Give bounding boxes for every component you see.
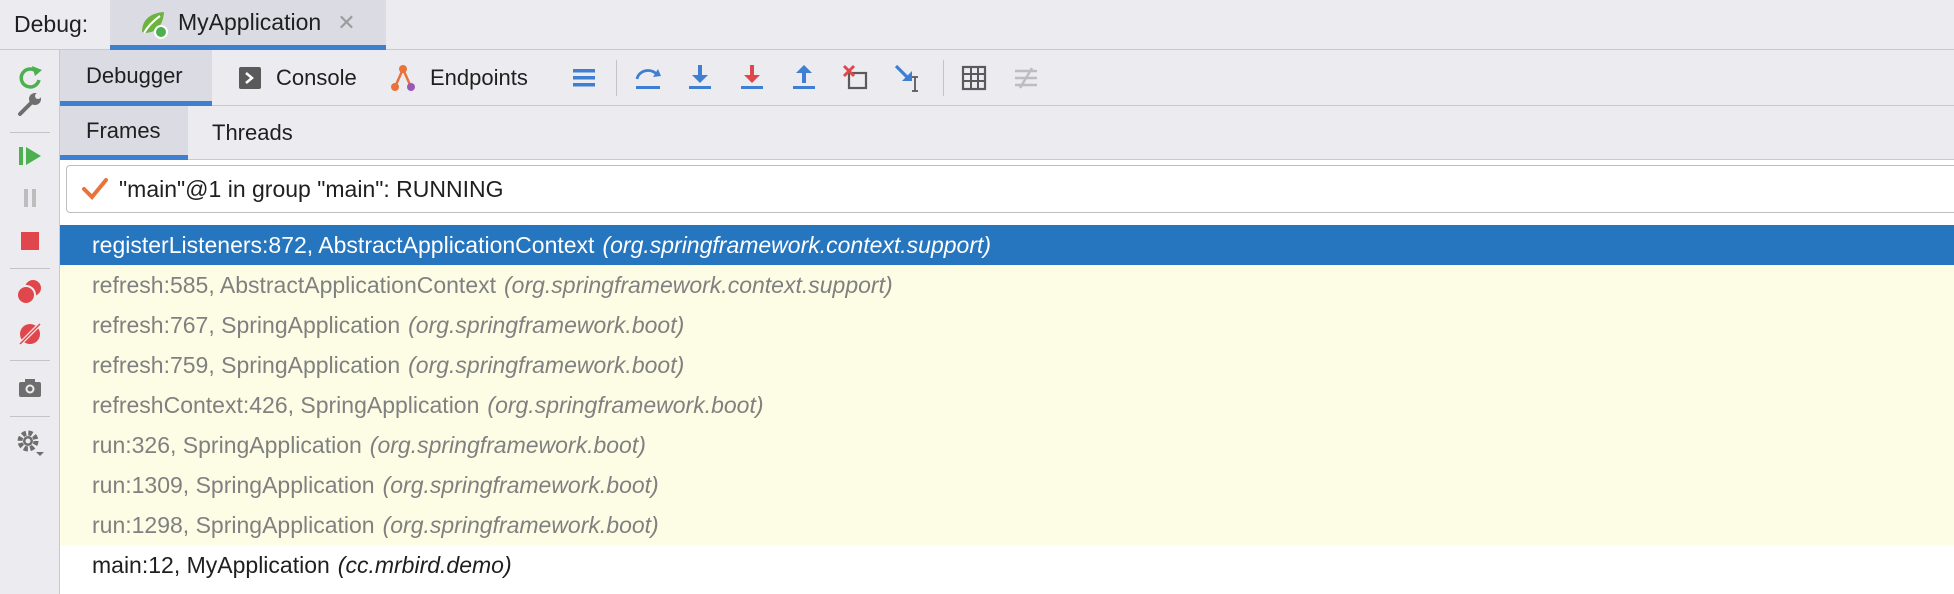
tab-console[interactable]: Console	[238, 50, 357, 106]
separator	[943, 60, 944, 96]
tab-threads[interactable]: Threads	[212, 106, 322, 160]
separator	[10, 268, 50, 269]
frame-row[interactable]: refreshContext:426, SpringApplication (o…	[60, 385, 1954, 425]
tab-endpoints[interactable]: Endpoints	[388, 50, 528, 106]
spring-boot-app-icon	[136, 6, 170, 40]
resume-icon[interactable]	[14, 140, 46, 172]
frames-list: registerListeners:872, AbstractApplicati…	[60, 225, 1954, 594]
console-icon	[238, 65, 264, 91]
frame-row[interactable]: refresh:585, AbstractApplicationContext …	[60, 265, 1954, 305]
step-over-icon[interactable]	[632, 62, 664, 94]
close-icon[interactable]: ✕	[337, 11, 355, 34]
endpoints-icon	[388, 63, 418, 93]
run-to-cursor-icon[interactable]	[892, 62, 924, 94]
settings-icon[interactable]	[14, 427, 46, 459]
tab-debugger[interactable]: Debugger	[60, 50, 212, 106]
frame-row[interactable]: run:326, SpringApplication (org.springfr…	[60, 425, 1954, 465]
frame-row[interactable]: run:1298, SpringApplication (org.springf…	[60, 505, 1954, 545]
debugger-toolbar: Debugger Console Endpoints	[60, 50, 1954, 106]
drop-frame-icon[interactable]	[840, 62, 872, 94]
frame-row[interactable]: refresh:759, SpringApplication (org.spri…	[60, 345, 1954, 385]
frame-method: run:1309, SpringApplication	[92, 471, 375, 498]
check-icon	[81, 175, 109, 203]
tab-console-label: Console	[276, 65, 357, 90]
step-out-icon[interactable]	[788, 62, 820, 94]
frame-method: refresh:759, SpringApplication	[92, 351, 401, 378]
thread-label: "main"@1 in group "main": RUNNING	[119, 175, 504, 202]
tab-debugger-label: Debugger	[86, 62, 183, 88]
thread-selector[interactable]: "main"@1 in group "main": RUNNING	[66, 165, 1954, 213]
frame-package: (org.springframework.boot)	[382, 511, 659, 538]
separator	[10, 132, 50, 133]
frame-method: registerListeners:872, AbstractApplicati…	[92, 231, 595, 258]
run-tab-label: MyApplication	[178, 9, 322, 35]
frame-method: refreshContext:426, SpringApplication	[92, 391, 480, 418]
frame-method: run:326, SpringApplication	[92, 431, 362, 458]
wrench-icon[interactable]	[14, 88, 46, 120]
pause-icon[interactable]	[14, 182, 46, 214]
frame-package: (org.springframework.boot)	[487, 391, 764, 418]
step-into-icon[interactable]	[684, 62, 716, 94]
debug-header: Debug: MyApplication ✕	[0, 0, 1954, 50]
frame-method: main:12, MyApplication	[92, 551, 330, 578]
frame-package: (org.springframework.context.support)	[504, 271, 893, 298]
frames-threads-tabs: Frames Threads	[60, 106, 1954, 160]
frame-method: run:1298, SpringApplication	[92, 511, 375, 538]
frame-package: (org.springframework.boot)	[408, 311, 685, 338]
trace-current-stream-icon[interactable]	[1010, 62, 1042, 94]
view-breakpoints-icon[interactable]	[14, 276, 46, 308]
tab-frames[interactable]: Frames	[60, 106, 188, 160]
separator	[616, 60, 617, 96]
debug-label: Debug:	[14, 11, 89, 37]
tab-frames-label: Frames	[86, 117, 161, 143]
frame-package: (org.springframework.boot)	[369, 431, 646, 458]
frame-row[interactable]: registerListeners:872, AbstractApplicati…	[60, 225, 1954, 265]
force-step-into-icon[interactable]	[736, 62, 768, 94]
frame-method: refresh:767, SpringApplication	[92, 311, 401, 338]
evaluate-expression-icon[interactable]	[958, 62, 990, 94]
frame-package: (cc.mrbird.demo)	[337, 551, 512, 578]
frame-package: (org.springframework.boot)	[382, 471, 659, 498]
frame-method: refresh:585, AbstractApplicationContext	[92, 271, 497, 298]
separator	[10, 416, 50, 417]
camera-icon[interactable]	[14, 372, 46, 404]
frame-row[interactable]: run:1309, SpringApplication (org.springf…	[60, 465, 1954, 505]
separator	[10, 360, 50, 361]
frame-package: (org.springframework.context.support)	[602, 231, 992, 258]
tab-endpoints-label: Endpoints	[430, 65, 528, 90]
frame-row[interactable]: refresh:767, SpringApplication (org.spri…	[60, 305, 1954, 345]
frame-package: (org.springframework.boot)	[408, 351, 685, 378]
mute-breakpoints-icon[interactable]	[14, 318, 46, 350]
tab-threads-label: Threads	[212, 120, 293, 145]
run-tab-myapplication[interactable]: MyApplication ✕	[110, 0, 386, 50]
frame-row[interactable]: main:12, MyApplication (cc.mrbird.demo)	[60, 545, 1954, 585]
left-toolbar	[0, 50, 60, 594]
menu-icon[interactable]	[568, 62, 600, 94]
stop-icon[interactable]	[14, 225, 46, 257]
